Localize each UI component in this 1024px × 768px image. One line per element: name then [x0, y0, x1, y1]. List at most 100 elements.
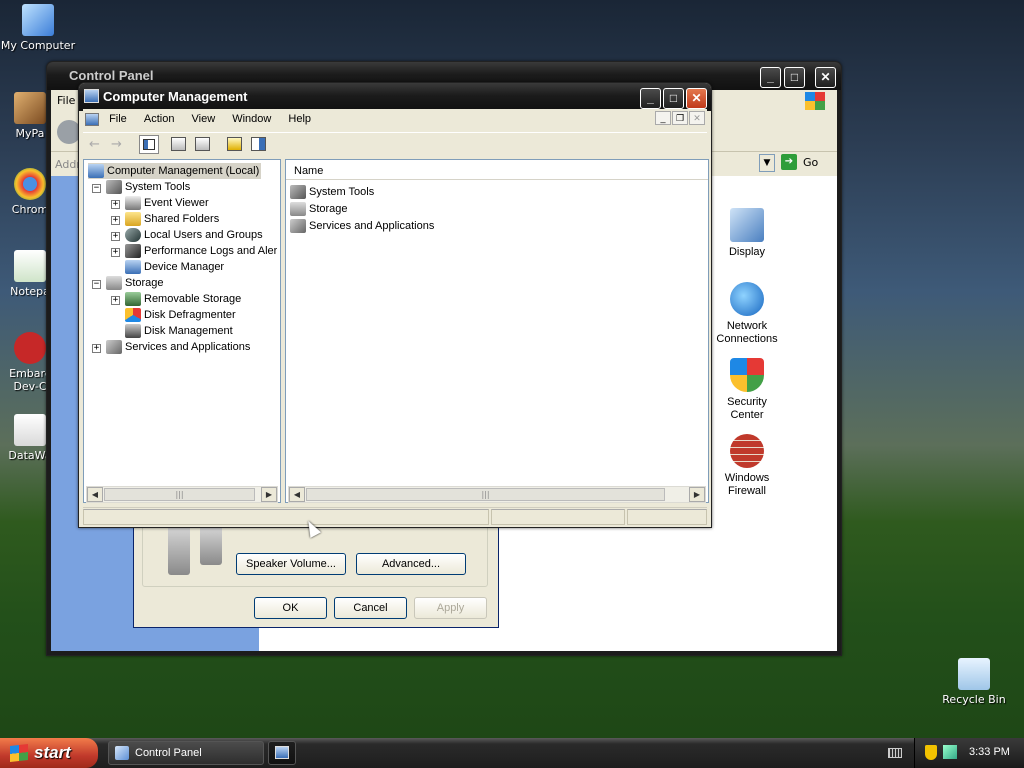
minimize-button[interactable]: _	[640, 88, 661, 109]
expand-icon[interactable]: +	[111, 232, 120, 241]
address-dropdown-button[interactable]: ▼	[759, 154, 775, 172]
list-item-storage[interactable]: Storage	[290, 201, 348, 217]
tree-item-services-and-applications[interactable]: Services and Applications	[106, 339, 250, 355]
cancel-button[interactable]: Cancel	[334, 597, 407, 619]
cm-titlebar: Computer Management _ □ ✕	[79, 83, 711, 111]
cp-item-security-center[interactable]: Security Center	[707, 358, 787, 422]
sound-dialog: Speaker Volume... Advanced... OK Cancel …	[133, 520, 499, 628]
expand-icon[interactable]: +	[92, 344, 101, 353]
desktop-icon-label: MyPa	[15, 127, 45, 140]
tree-item-event-viewer[interactable]: Event Viewer	[125, 195, 209, 211]
desktop-icon-label: Recycle Bin	[942, 693, 1006, 706]
computer-icon	[22, 4, 54, 36]
taskbar-button-computer-management[interactable]	[268, 741, 296, 765]
tree-item-system-tools[interactable]: System Tools	[106, 179, 190, 195]
details-pane: Name System Tools Storage Services and A…	[285, 159, 709, 503]
expand-icon[interactable]: +	[111, 296, 120, 305]
speaker-volume-button[interactable]: Speaker Volume...	[236, 553, 346, 575]
mdi-close-button[interactable]: ✕	[689, 111, 705, 125]
network-tray-icon[interactable]	[943, 745, 957, 759]
export-list-icon[interactable]	[195, 137, 210, 151]
menu-window[interactable]: Window	[225, 109, 278, 129]
forward-arrow-icon[interactable]: →	[111, 137, 122, 152]
cp-item-windows-firewall[interactable]: Windows Firewall	[707, 434, 787, 498]
collapse-icon[interactable]: −	[92, 184, 101, 193]
desktop-icon-label: Notepa	[10, 285, 50, 298]
scroll-right-icon[interactable]: ▶	[689, 487, 705, 502]
defragmenter-icon	[125, 308, 141, 323]
close-button[interactable]: ✕	[815, 67, 836, 88]
removable-storage-icon	[125, 292, 141, 307]
expand-icon[interactable]: +	[111, 200, 120, 209]
details-horizontal-scrollbar[interactable]: ◀ ||| ▶	[288, 486, 706, 503]
shield-icon	[730, 358, 764, 392]
tree-item-disk-defragmenter[interactable]: Disk Defragmenter	[125, 307, 236, 323]
storage-icon	[106, 276, 122, 291]
menu-file[interactable]: File	[102, 109, 134, 129]
system-tray: 3:33 PM	[914, 738, 1024, 768]
mdi-restore-button[interactable]: ❐	[672, 111, 688, 125]
desktop-icon-recycle-bin[interactable]: Recycle Bin	[936, 658, 1012, 706]
speaker-icon	[200, 525, 222, 565]
menu-action[interactable]: Action	[137, 109, 182, 129]
tree-label: System Tools	[125, 181, 191, 193]
advanced-button[interactable]: Advanced...	[356, 553, 466, 575]
computer-management-icon	[275, 746, 289, 759]
show-hide-action-pane-icon[interactable]	[251, 137, 266, 151]
collapse-icon[interactable]: −	[92, 280, 101, 289]
tree-item-device-manager[interactable]: Device Manager	[125, 259, 224, 275]
scroll-right-icon[interactable]: ▶	[261, 487, 277, 502]
folder-icon	[125, 212, 141, 227]
list-header[interactable]: Name	[286, 162, 708, 180]
apply-button[interactable]: Apply	[414, 597, 487, 619]
maximize-button[interactable]: □	[663, 88, 684, 109]
scroll-thumb[interactable]: |||	[306, 488, 665, 501]
close-button[interactable]: ✕	[686, 88, 707, 109]
menu-file[interactable]: File	[57, 94, 75, 107]
expand-icon[interactable]: +	[111, 216, 120, 225]
go-button[interactable]: ➔ Go	[781, 154, 825, 172]
services-icon	[106, 340, 122, 355]
services-icon	[290, 219, 306, 234]
taskbar-button-control-panel[interactable]: Control Panel	[108, 741, 264, 765]
ok-button[interactable]: OK	[254, 597, 327, 619]
tree-item-disk-management[interactable]: Disk Management	[125, 323, 233, 339]
properties-icon[interactable]	[171, 137, 186, 151]
status-panel	[491, 509, 625, 525]
window-title: Computer Management	[103, 89, 248, 104]
display-icon	[730, 208, 764, 242]
go-arrow-icon: ➔	[781, 154, 797, 170]
back-arrow-icon[interactable]: ←	[89, 137, 100, 152]
cp-item-label: Security Center	[727, 396, 767, 421]
scroll-thumb[interactable]: |||	[104, 488, 255, 501]
scroll-left-icon[interactable]: ◀	[289, 487, 305, 502]
expand-icon[interactable]: +	[111, 248, 120, 257]
tree-item-storage[interactable]: Storage	[106, 275, 164, 291]
mdi-minimize-button[interactable]: _	[655, 111, 671, 125]
tree-item-computer-management-local[interactable]: Computer Management (Local)	[88, 163, 262, 179]
tree-item-performance-logs-and-alerts[interactable]: Performance Logs and Alerts	[125, 243, 277, 259]
list-item-services-and-applications[interactable]: Services and Applications	[290, 218, 434, 234]
show-hide-console-tree-button[interactable]	[139, 135, 159, 154]
cp-item-network-connections[interactable]: Network Connections	[707, 282, 787, 346]
tree-label: Shared Folders	[144, 213, 220, 225]
maximize-button[interactable]: □	[784, 67, 805, 88]
tree-item-shared-folders[interactable]: Shared Folders	[125, 211, 219, 227]
menu-help[interactable]: Help	[281, 109, 318, 129]
security-shield-icon[interactable]	[925, 745, 937, 760]
cp-item-display[interactable]: Display	[707, 208, 787, 259]
keyboard-icon[interactable]	[888, 748, 902, 758]
app-icon	[14, 92, 46, 124]
scroll-left-icon[interactable]: ◀	[87, 487, 103, 502]
tree-item-removable-storage[interactable]: Removable Storage	[125, 291, 241, 307]
list-item-system-tools[interactable]: System Tools	[290, 184, 374, 200]
start-button[interactable]: start	[0, 738, 98, 768]
help-icon[interactable]	[227, 137, 242, 151]
minimize-button[interactable]: _	[760, 67, 781, 88]
menu-view[interactable]: View	[185, 109, 223, 129]
tree-horizontal-scrollbar[interactable]: ◀ ||| ▶	[86, 486, 278, 503]
desktop-icon-my-computer[interactable]: My Computer	[0, 4, 76, 52]
column-name-header[interactable]: Name	[294, 165, 323, 177]
embarcadero-icon	[14, 332, 46, 364]
tree-item-local-users-and-groups[interactable]: Local Users and Groups	[125, 227, 263, 243]
